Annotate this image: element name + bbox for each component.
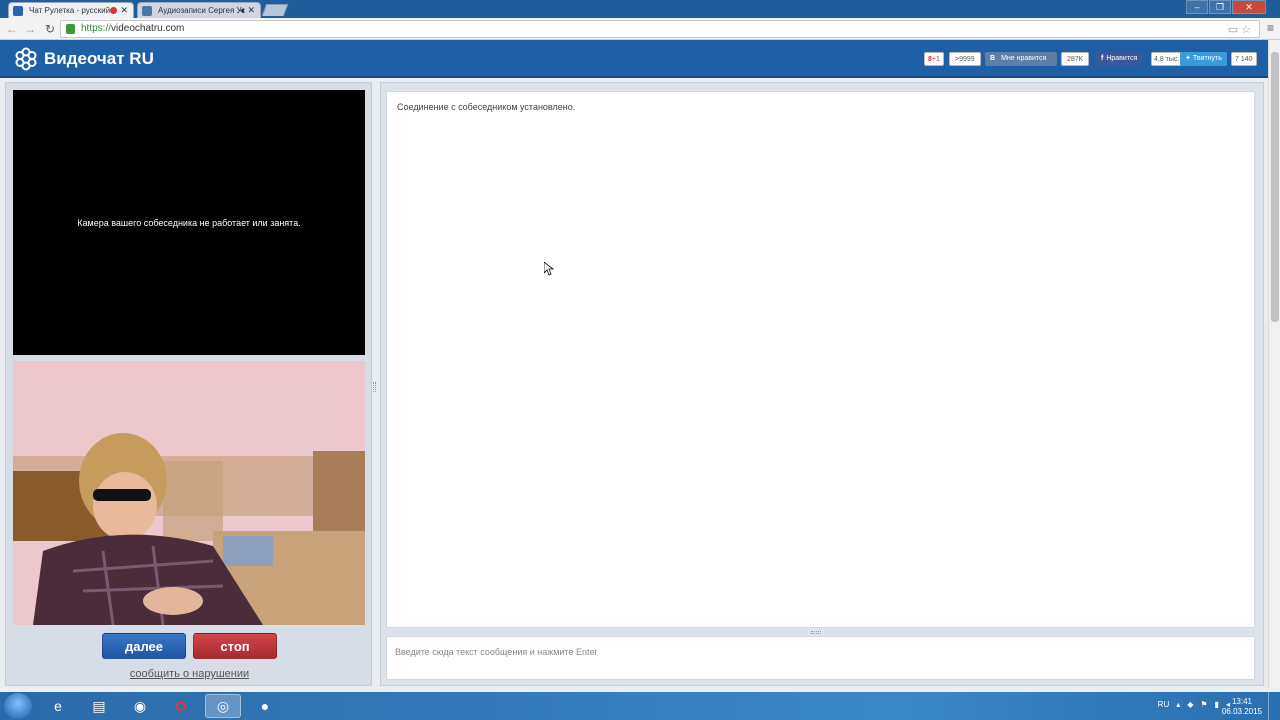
network-icon[interactable]: ▮	[1215, 700, 1219, 709]
facebook-icon: f	[1101, 55, 1104, 62]
webcam-scene-image	[13, 361, 365, 625]
main-content: Камера вашего собеседника не работает ил…	[0, 80, 1268, 688]
gplus-label: +1	[931, 56, 940, 63]
gplus-button[interactable]: 8+1	[924, 52, 944, 66]
fb-count: 4,8 тыс.	[1151, 52, 1183, 66]
reload-icon[interactable]: ↻	[42, 21, 58, 37]
close-tab-icon[interactable]: ✕	[247, 5, 255, 16]
system-message: Соединение с собеседником установлено.	[397, 102, 576, 112]
report-violation-link[interactable]: сообщить о нарушении	[6, 668, 373, 680]
internet-explorer-icon[interactable]: e	[40, 694, 76, 718]
windows-start-button[interactable]	[4, 693, 32, 719]
tweet-button[interactable]: ✦ Твитнуть	[1180, 52, 1227, 66]
minimize-button[interactable]: –	[1186, 0, 1208, 14]
site-favicon-icon	[13, 6, 23, 16]
system-tray: RU ▴ ◆ ⚑ ▮ ◂	[1158, 700, 1230, 709]
next-button[interactable]: далее	[102, 633, 186, 659]
vk-icon: В	[990, 55, 996, 62]
chrome-icon[interactable]: ◎	[205, 694, 241, 718]
taskbar-clock[interactable]: 13:41 06.03.2015	[1222, 697, 1262, 717]
fb-label: Нравится	[1106, 55, 1138, 62]
remote-camera-message: Камера вашего собеседника не работает ил…	[77, 217, 301, 228]
chat-log: Соединение с собеседником установлено.	[386, 91, 1255, 628]
address-bar[interactable]: https://videochatru.com ▭ ☆	[60, 20, 1260, 38]
lock-icon	[66, 24, 75, 34]
obs-icon[interactable]: ●	[247, 694, 283, 718]
tray-expand-icon[interactable]: ▴	[1176, 700, 1180, 709]
media-player-icon[interactable]: ◉	[122, 694, 158, 718]
show-desktop-button[interactable]	[1268, 692, 1280, 720]
close-window-button[interactable]: ✕	[1232, 0, 1266, 14]
browser-toolbar: ← → ↻ https://videochatru.com ▭ ☆ ≡	[0, 18, 1280, 40]
brand-name: Видеочат RU	[44, 49, 154, 68]
audio-playing-icon: ◂	[239, 5, 244, 15]
menu-icon[interactable]: ≡	[1267, 21, 1274, 35]
tab-videochat[interactable]: Чат Рулетка - русский с ✕	[8, 2, 134, 18]
remote-video: Камера вашего собеседника не работает ил…	[13, 90, 365, 355]
file-explorer-icon[interactable]: ▤	[81, 694, 117, 718]
vk-label: Мне нравится	[1001, 55, 1047, 62]
stop-button[interactable]: стоп	[193, 633, 277, 659]
chat-resize-handle[interactable]	[811, 631, 821, 634]
url-scheme: https://	[81, 23, 112, 34]
opera-icon[interactable]: O	[163, 694, 199, 718]
tray-app-icon[interactable]: ◆	[1187, 700, 1193, 709]
gplus-count: >9999	[949, 52, 981, 66]
bookmark-star-icon[interactable]: ▭ ☆	[1228, 22, 1251, 38]
back-arrow-icon[interactable]: ←	[4, 21, 20, 37]
self-webcam-video	[13, 361, 365, 625]
url-host: videochatru.com	[111, 23, 185, 34]
clock-time: 13:41	[1231, 697, 1252, 706]
video-panel: Камера вашего собеседника не работает ил…	[5, 82, 372, 686]
site-header: Видеочат RU 8+1 >9999 В Мне нравится 287K…	[0, 40, 1268, 78]
page-scrollbar[interactable]	[1268, 40, 1280, 688]
vk-count: 287K	[1061, 52, 1090, 66]
scroll-thumb[interactable]	[1271, 52, 1279, 322]
new-tab-button[interactable]	[261, 4, 289, 16]
tab-label: Аудиозаписи Сергея Ус	[158, 6, 246, 15]
fb-like-button[interactable]: f Нравится	[1096, 52, 1143, 66]
recording-indicator-icon	[110, 7, 117, 14]
close-tab-icon[interactable]: ✕	[120, 5, 128, 16]
tweet-label: Твитнуть	[1192, 55, 1222, 62]
chat-panel: Соединение с собеседником установлено.	[380, 82, 1264, 686]
panel-resize-handle[interactable]	[373, 382, 376, 392]
tray-flag-icon[interactable]: ⚑	[1200, 700, 1207, 709]
forward-arrow-icon[interactable]: →	[22, 21, 38, 37]
language-indicator[interactable]: RU	[1158, 700, 1170, 709]
vk-like-button[interactable]: В Мне нравится	[985, 52, 1057, 66]
twitter-bird-icon: ✦	[1185, 55, 1191, 62]
browser-tab-bar: Чат Рулетка - русский с ✕ Аудиозаписи Се…	[0, 0, 1280, 18]
logo-flower-icon	[15, 47, 37, 71]
vk-favicon-icon	[142, 6, 152, 16]
mouse-cursor-icon	[544, 262, 554, 276]
tab-audio[interactable]: Аудиозаписи Сергея Ус ◂ ✕	[137, 2, 261, 18]
site-logo[interactable]: Видеочат RU	[14, 47, 154, 71]
tweet-count: 7 140	[1231, 52, 1257, 66]
tab-label: Чат Рулетка - русский с	[29, 6, 117, 15]
windows-taskbar: e ▤ ◉ O ◎ ● RU ▴ ◆ ⚑ ▮ ◂ 13:41 06.03.201…	[0, 692, 1280, 720]
restore-button[interactable]: ❐	[1209, 0, 1231, 14]
clock-date: 06.03.2015	[1221, 707, 1262, 716]
chat-message-input[interactable]	[386, 636, 1255, 680]
